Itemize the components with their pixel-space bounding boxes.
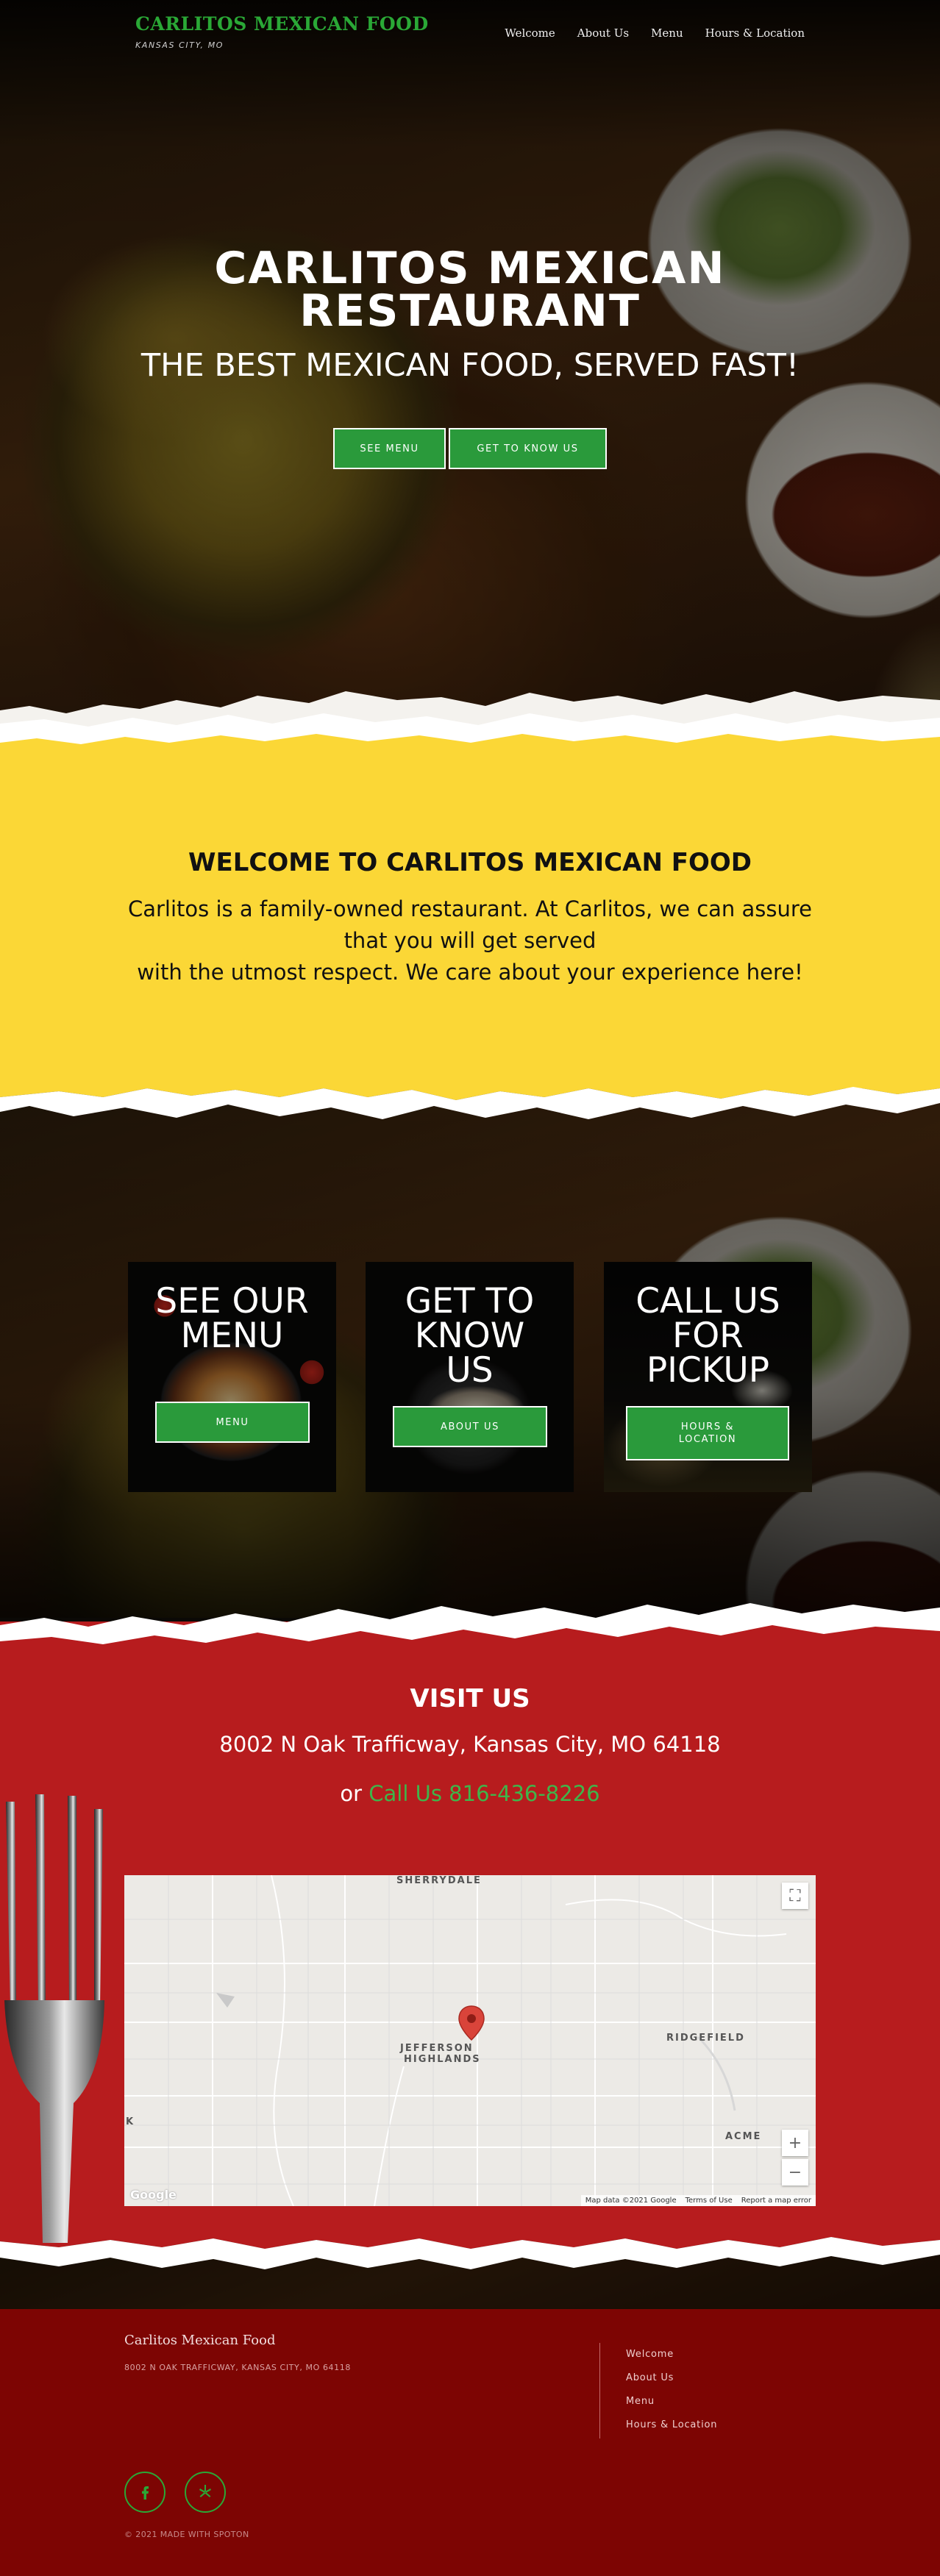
torn-paper-divider — [0, 2213, 940, 2269]
about-us-button[interactable]: ABOUT US — [393, 1406, 547, 1447]
pickup-card-title-line: FOR — [672, 1316, 744, 1356]
pickup-card-title-line: CALL US — [635, 1281, 780, 1321]
map-label-ridgefield: RIDGEFIELD — [666, 2033, 745, 2044]
about-card-title: GET TO KNOW US — [366, 1284, 574, 1388]
hours-location-button-label: HOURS & — [680, 1421, 735, 1433]
torn-paper-divider — [0, 1603, 940, 1655]
visit-title: VISIT US — [410, 1684, 530, 1713]
brand-tagline: KANSAS CITY, MO — [135, 40, 224, 50]
google-logo: Google — [130, 2188, 177, 2202]
footer-link-about-us[interactable]: About Us — [626, 2372, 717, 2396]
copyright: © 2021 MADE WITH SPOTON — [124, 2530, 249, 2539]
nav-welcome[interactable]: Welcome — [505, 26, 555, 40]
welcome-title: WELCOME TO CARLITOS MEXICAN FOOD — [188, 848, 752, 877]
menu-card: SEE OUR MENU MENU — [128, 1262, 336, 1492]
nav-hours-location[interactable]: Hours & Location — [705, 26, 805, 40]
fullscreen-icon[interactable]: ⛶ — [782, 1883, 808, 1909]
terms-of-use-link[interactable]: Terms of Use — [686, 2197, 733, 2205]
about-card-title-line: US — [446, 1350, 494, 1391]
footer-nav: Welcome About Us Menu Hours & Location — [626, 2349, 717, 2443]
hero-subtitle: THE BEST MEXICAN FOOD, SERVED FAST! — [140, 347, 800, 384]
map-label-k: K — [126, 2116, 135, 2127]
hero-title-line-1: CARLITOS MEXICAN — [214, 243, 726, 294]
pickup-card: CALL US FOR PICKUP HOURS & LOCATION — [604, 1262, 812, 1492]
get-to-know-us-button[interactable]: GET TO KNOW US — [449, 428, 607, 469]
pickup-card-title-line: PICKUP — [646, 1350, 770, 1391]
site-header: CARLITOS MEXICAN FOOD KANSAS CITY, MO We… — [0, 0, 940, 68]
footer-link-welcome[interactable]: Welcome — [626, 2349, 717, 2372]
about-card: GET TO KNOW US ABOUT US — [366, 1262, 574, 1492]
menu-card-title: SEE OUR MENU — [128, 1284, 336, 1353]
footer-address: 8002 N OAK TRAFFICWAY, KANSAS CITY, MO 6… — [124, 2363, 351, 2372]
about-us-button-label: ABOUT US — [441, 1421, 499, 1433]
map-label-jefferson: JEFFERSON — [400, 2043, 474, 2054]
welcome-text: Carlitos is a family-owned restaurant. A… — [118, 893, 822, 988]
torn-paper-divider — [0, 1059, 940, 1119]
map-data-text: Map data ©2021 Google — [585, 2197, 677, 2205]
map-label-highlands: HIGHLANDS — [404, 2054, 481, 2065]
location-map[interactable]: SHERRYDALE JEFFERSON HIGHLANDS RIDGEFIEL… — [124, 1875, 816, 2206]
map-label-acme: ACME — [725, 2131, 762, 2142]
hours-location-button-label: LOCATION — [678, 1434, 737, 1445]
about-card-title-line: GET TO — [405, 1281, 535, 1321]
call-phone-link[interactable]: Call Us 816-436-8226 — [368, 1781, 599, 1806]
see-menu-button[interactable]: SEE MENU — [333, 428, 446, 469]
footer-divider — [599, 2343, 600, 2438]
map-pin-icon[interactable] — [457, 2005, 486, 2041]
hours-location-button[interactable]: HOURS & LOCATION — [626, 1406, 789, 1460]
welcome-line-3: with the utmost respect. We care about y… — [137, 960, 803, 985]
report-map-error-link[interactable]: Report a map error — [741, 2197, 811, 2205]
menu-card-title-line: SEE OUR — [155, 1281, 309, 1321]
hero-title-line-2: RESTAURANT — [299, 285, 641, 337]
footer-link-menu[interactable]: Menu — [626, 2396, 717, 2419]
fork-image — [4, 1794, 104, 2243]
welcome-line-2: that you will get served — [343, 928, 597, 953]
menu-card-title-line: MENU — [180, 1316, 284, 1356]
torn-paper-divider — [0, 691, 940, 765]
facebook-icon[interactable] — [124, 2472, 165, 2513]
zoom-out-button[interactable]: − — [782, 2159, 808, 2186]
map-attribution: Map data ©2021 Google Terms of Use Repor… — [580, 2195, 816, 2206]
welcome-line-1: Carlitos is a family-owned restaurant. A… — [127, 896, 813, 921]
about-card-title-line: KNOW — [414, 1316, 525, 1356]
yelp-icon[interactable] — [185, 2472, 226, 2513]
footer-brand-name: Carlitos Mexican Food — [124, 2333, 276, 2348]
brand-name[interactable]: CARLITOS MEXICAN FOOD — [135, 13, 429, 35]
map-label-sherrydale: SHERRYDALE — [396, 1875, 482, 1886]
menu-button-label: MENU — [216, 1416, 249, 1428]
zoom-in-button[interactable]: + — [782, 2130, 808, 2156]
main-nav: Welcome About Us Menu Hours & Location — [505, 26, 805, 40]
visit-address: 8002 N Oak Trafficway, Kansas City, MO 6… — [219, 1732, 721, 1757]
call-prefix: or — [340, 1781, 363, 1806]
hero-title: CARLITOS MEXICAN RESTAURANT — [0, 243, 940, 337]
nav-menu[interactable]: Menu — [651, 26, 683, 40]
visit-call: or Call Us 816-436-8226 — [0, 1781, 940, 1806]
footer-link-hours-location[interactable]: Hours & Location — [626, 2419, 717, 2443]
pickup-card-title: CALL US FOR PICKUP — [604, 1284, 812, 1388]
brand[interactable]: CARLITOS MEXICAN FOOD KANSAS CITY, MO — [135, 13, 429, 50]
nav-about-us[interactable]: About Us — [577, 26, 629, 40]
menu-button[interactable]: MENU — [155, 1402, 310, 1443]
